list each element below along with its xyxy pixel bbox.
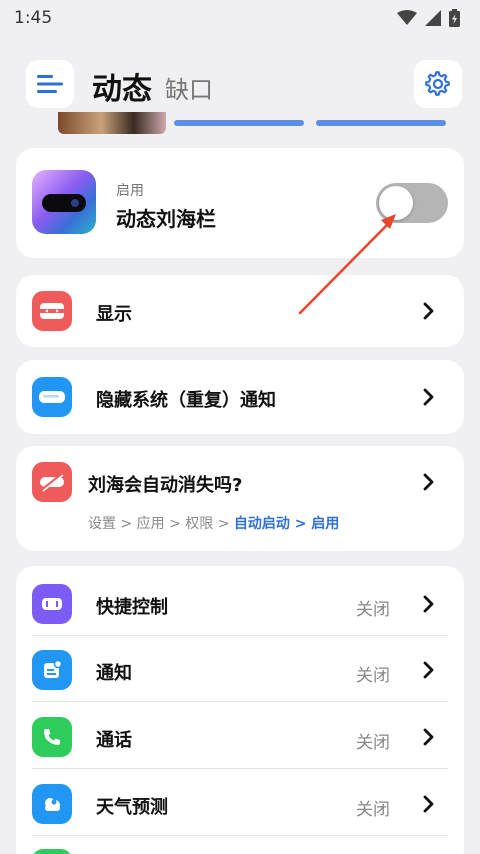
display-label: 显示 <box>96 304 132 325</box>
display-menu-item[interactable]: 显示 <box>16 275 464 347</box>
chevron-right-icon <box>423 388 434 406</box>
hide-notifications-label: 隐藏系统（重复）通知 <box>96 390 276 411</box>
list-item-quick-control[interactable]: 快捷控制 关闭 <box>16 570 464 636</box>
list-item-notification[interactable]: 通知 关闭 <box>16 636 464 702</box>
carousel-bar <box>316 120 446 126</box>
chevron-right-icon <box>423 302 434 320</box>
status-time: 1:45 <box>14 8 53 28</box>
carousel-peek <box>16 112 464 136</box>
feature-label: 通话 <box>96 730 132 751</box>
divider <box>32 768 448 769</box>
carousel-bar <box>174 120 304 126</box>
menu-button[interactable] <box>26 60 74 108</box>
feature-label: 快捷控制 <box>96 597 168 618</box>
divider <box>32 835 448 836</box>
notch-pill <box>42 194 86 212</box>
feature-label: 天气预测 <box>96 797 168 818</box>
feature-label: 通知 <box>96 663 132 684</box>
toggle-knob <box>379 186 413 220</box>
chevron-right-icon <box>423 795 434 813</box>
hide-notification-icon <box>32 377 72 417</box>
chevron-right-icon <box>423 595 434 613</box>
status-icons <box>397 9 460 27</box>
notification-icon <box>32 650 72 690</box>
next-item-icon <box>32 849 72 854</box>
settings-button[interactable] <box>414 60 462 108</box>
quick-control-icon <box>32 584 72 624</box>
chevron-right-icon <box>423 728 434 746</box>
enable-label: 启用 <box>116 183 144 199</box>
gear-icon <box>425 71 450 96</box>
feature-name: 动态刘海栏 <box>116 207 216 231</box>
wifi-icon <box>397 10 417 25</box>
list-item-weather[interactable]: 天气预测 关闭 <box>16 770 464 836</box>
status-bar: 1:45 <box>0 0 480 36</box>
enable-card: 启用 动态刘海栏 <box>16 148 464 258</box>
auto-disappear-menu-item[interactable]: 刘海会自动消失吗? 设置 > 应用 > 权限 > 自动启动 > 启用 <box>16 446 464 551</box>
weather-icon <box>32 784 72 824</box>
dynamic-island-app-icon <box>32 170 96 234</box>
app-header: 动态 缺口 <box>0 58 480 110</box>
feature-state: 关闭 <box>356 600 390 620</box>
chevron-right-icon <box>423 661 434 679</box>
enable-toggle[interactable] <box>376 183 448 223</box>
divider <box>32 701 448 702</box>
chevron-right-icon <box>423 473 434 491</box>
display-icon <box>32 291 72 331</box>
path-text: 设置 > 应用 > 权限 > <box>88 516 234 532</box>
battery-icon <box>449 9 460 27</box>
path-highlight: 自动启动 > 启用 <box>233 516 340 532</box>
phone-icon <box>32 717 72 757</box>
feature-state: 关闭 <box>356 733 390 753</box>
feature-list: 快捷控制 关闭 通知 关闭 通话 关闭 天气预测 关闭 <box>16 566 464 854</box>
settings-path-hint: 设置 > 应用 > 权限 > 自动启动 > 启用 <box>88 513 339 533</box>
menu-icon <box>37 75 63 93</box>
page-subtitle: 缺口 <box>165 76 213 104</box>
page-title: 动态 <box>92 72 152 107</box>
list-item-call[interactable]: 通话 关闭 <box>16 703 464 769</box>
feature-state: 关闭 <box>356 800 390 820</box>
hide-notifications-menu-item[interactable]: 隐藏系统（重复）通知 <box>16 360 464 434</box>
signal-icon <box>425 10 441 26</box>
carousel-photo <box>58 112 166 134</box>
feature-state: 关闭 <box>356 666 390 686</box>
auto-disappear-label: 刘海会自动消失吗? <box>88 475 243 496</box>
notch-off-icon <box>32 462 72 502</box>
